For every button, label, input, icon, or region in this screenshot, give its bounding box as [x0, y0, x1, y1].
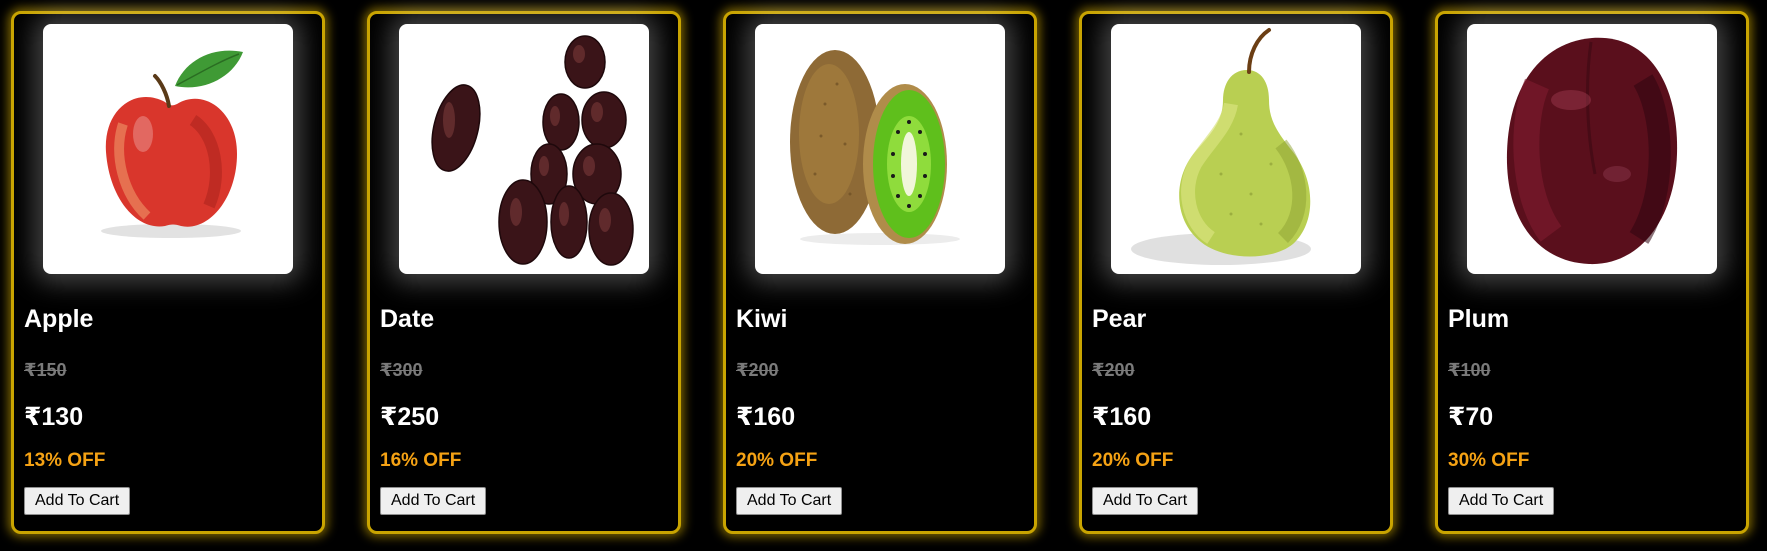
- add-to-cart-button[interactable]: Add To Cart: [24, 487, 131, 515]
- sale-price: ₹160: [1092, 403, 1152, 431]
- add-to-cart-button[interactable]: Add To Cart: [1448, 487, 1555, 515]
- product-image-frame[interactable]: [399, 24, 649, 274]
- product-card-date: Date ₹300 ₹250 16% OFF Add To Cart: [367, 11, 681, 534]
- add-to-cart-button[interactable]: Add To Cart: [736, 487, 843, 515]
- original-price: ₹300: [380, 360, 423, 380]
- sale-price: ₹160: [736, 403, 796, 431]
- product-image-frame[interactable]: [755, 24, 1005, 274]
- discount-badge: 20% OFF: [1092, 450, 1174, 471]
- sale-price: ₹70: [1448, 403, 1494, 431]
- discount-badge: 30% OFF: [1448, 450, 1530, 471]
- original-price: ₹100: [1448, 360, 1491, 380]
- product-card-apple: Apple ₹150 ₹130 13% OFF Add To Cart: [11, 11, 325, 534]
- discount-badge: 13% OFF: [24, 450, 106, 471]
- add-to-cart-button[interactable]: Add To Cart: [380, 487, 487, 515]
- product-name: Kiwi: [736, 305, 788, 333]
- sale-price: ₹130: [24, 403, 84, 431]
- product-card-pear: Pear ₹200 ₹160 20% OFF Add To Cart: [1079, 11, 1393, 534]
- discount-badge: 20% OFF: [736, 450, 818, 471]
- product-card-kiwi: Kiwi ₹200 ₹160 20% OFF Add To Cart: [723, 11, 1037, 534]
- product-image-frame[interactable]: [1467, 24, 1717, 274]
- product-name: Plum: [1448, 305, 1510, 333]
- product-grid: Apple ₹150 ₹130 13% OFF Add To Cart Date…: [0, 0, 1767, 551]
- pear-image: [1131, 28, 1311, 265]
- product-image-frame[interactable]: [43, 24, 293, 274]
- product-name: Date: [380, 305, 435, 333]
- sale-price: ₹250: [380, 403, 440, 431]
- apple-image: [101, 50, 243, 238]
- discount-badge: 16% OFF: [380, 450, 462, 471]
- product-name: Apple: [24, 305, 94, 333]
- original-price: ₹150: [24, 360, 67, 380]
- product-name: Pear: [1092, 305, 1147, 333]
- original-price: ₹200: [1092, 360, 1135, 380]
- dates-image: [431, 35, 634, 266]
- kiwi-image: [790, 50, 960, 245]
- original-price: ₹200: [736, 360, 779, 380]
- plum-image: [1506, 37, 1678, 265]
- product-card-plum: Plum ₹100 ₹70 30% OFF Add To Cart: [1435, 11, 1749, 534]
- product-image-frame[interactable]: [1111, 24, 1361, 274]
- add-to-cart-button[interactable]: Add To Cart: [1092, 487, 1199, 515]
